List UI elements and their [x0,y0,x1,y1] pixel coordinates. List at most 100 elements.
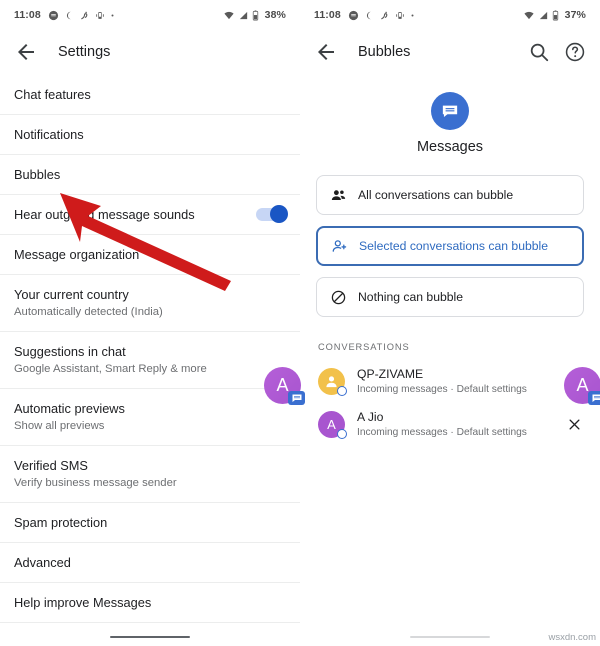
item-subtitle: Google Assistant, Smart Reply & more [14,363,207,375]
search-icon[interactable] [528,41,550,63]
item-title: Help improve Messages [14,595,152,610]
settings-app-bar: Settings [0,30,300,74]
close-icon [569,419,579,430]
settings-item-automatic-previews[interactable]: Automatic previews Show all previews [0,389,300,446]
item-subtitle: Automatically detected (India) [14,306,163,318]
messages-glyph [292,394,301,402]
item-title: Verified SMS [14,458,88,473]
signal-icon [239,11,247,19]
item-texts: Chat features [14,86,286,103]
item-title: Chat features [14,87,91,102]
conversations-section-header: CONVERSATIONS [318,342,410,352]
option-nothing-can-bubble[interactable]: Nothing can bubble [316,277,584,317]
status-bar: 11:08 37% [300,0,600,30]
item-texts: Spam protection [14,514,286,531]
conversations-list: QP-ZIVAME Incoming messages · Default se… [300,360,600,446]
battery-icon [552,9,558,20]
conversation-texts: QP-ZIVAME Incoming messages · Default se… [357,366,562,397]
item-title: Notifications [14,127,84,142]
settings-item-advanced[interactable]: Advanced [0,543,300,583]
status-notification-icons [348,10,415,21]
settings-item-bubbles[interactable]: Bubbles [0,155,300,195]
settings-item-suggestions-in-chat[interactable]: Suggestions in chat Google Assistant, Sm… [0,332,300,389]
chat-icon [48,10,58,20]
conversation-row-qp-zivame[interactable]: QP-ZIVAME Incoming messages · Default se… [300,360,600,403]
avatar [318,368,347,396]
page-title: Bubbles [358,44,411,60]
item-texts: Suggestions in chat Google Assistant, Sm… [14,343,286,377]
nfc-icon [80,11,88,19]
dot-icon [411,14,414,16]
settings-list: Chat features Notifications Bubbles Hear… [0,74,300,623]
settings-item-message-organization[interactable]: Message organization [0,235,300,275]
item-title: Bubbles [14,167,61,182]
wifi-icon [224,11,234,19]
app-header: Messages [300,74,600,155]
conversation-name: A Jio [357,410,384,424]
item-texts: Verified SMS Verify business message sen… [14,457,286,491]
group-people-icon [331,189,346,200]
messages-badge-icon [288,391,305,405]
option-label: Nothing can bubble [358,290,464,304]
block-icon [331,290,346,304]
settings-item-your-current-country[interactable]: Your current country Automatically detec… [0,275,300,332]
toggle-knob [270,205,288,223]
person-add-icon [332,239,347,252]
conversation-texts: A Jio Incoming messages · Default settin… [357,409,562,440]
status-time: 11:08 [314,9,341,21]
battery-icon [252,9,258,20]
right-screen-bubbles: 11:08 37% Bubbles Messages All conversat… [300,0,600,646]
bubble-badge-icon [337,429,347,439]
option-all-conversations-can-bubble[interactable]: All conversations can bubble [316,175,584,215]
status-time: 11:08 [14,9,41,21]
item-texts: Message organization [14,246,286,263]
floating-chat-head-right[interactable]: A [564,367,600,405]
item-title: Your current country [14,287,129,302]
bubble-options: All conversations can bubble Selected co… [300,155,600,317]
item-texts: Hear outgoing message sounds [14,206,256,223]
battery-percent: 37% [564,9,586,21]
item-texts: Automatic previews Show all previews [14,400,286,434]
status-notification-icons [48,10,115,21]
help-icon[interactable] [564,41,586,63]
settings-item-hear-outgoing-message-sounds[interactable]: Hear outgoing message sounds [0,195,300,235]
outgoing-sounds-toggle[interactable] [256,205,288,223]
item-title: Spam protection [14,515,108,530]
item-texts: Notifications [14,126,286,143]
settings-item-help-improve-messages[interactable]: Help improve Messages [0,583,300,623]
conversation-row-a-jio[interactable]: A A Jio Incoming messages · Default sett… [300,403,600,446]
chat-icon [348,10,358,20]
vibrate-icon [96,11,104,19]
do-not-disturb-icon [66,11,71,19]
item-texts: Your current country Automatically detec… [14,286,286,320]
settings-item-chat-features[interactable]: Chat features [0,74,300,115]
status-bar: 11:08 38% [0,0,300,30]
conversation-name: QP-ZIVAME [357,367,424,381]
remove-conversation-button[interactable] [562,413,586,437]
wifi-icon [524,11,534,19]
dual-screenshot: 11:08 38% Settings Chat features Notific… [0,0,600,646]
settings-item-notifications[interactable]: Notifications [0,115,300,155]
messages-badge-icon [588,391,600,405]
settings-item-spam-protection[interactable]: Spam protection [0,503,300,543]
avatar: A [318,411,347,439]
battery-percent: 38% [264,9,286,21]
messages-icon [431,92,469,130]
option-label: Selected conversations can bubble [359,239,549,253]
status-system-icons: 38% [223,9,286,21]
watermark: wsxdn.com [548,632,596,643]
settings-item-verified-sms[interactable]: Verified SMS Verify business message sen… [0,446,300,503]
option-selected-conversations-can-bubble[interactable]: Selected conversations can bubble [316,226,584,266]
item-subtitle: Show all previews [14,420,105,432]
left-screen-settings: 11:08 38% Settings Chat features Notific… [0,0,300,646]
chat-head-letter: A [576,375,589,395]
item-title: Hear outgoing message sounds [14,207,195,222]
back-arrow-icon[interactable] [14,40,38,64]
nfc-icon [380,11,388,19]
avatar-letter: A [327,417,336,432]
conversation-subtitle: Incoming messages · Default settings [357,427,527,438]
chat-head-letter: A [276,375,289,395]
item-texts: Advanced [14,554,286,571]
floating-chat-head-left[interactable]: A [264,367,305,405]
back-arrow-icon[interactable] [314,40,338,64]
